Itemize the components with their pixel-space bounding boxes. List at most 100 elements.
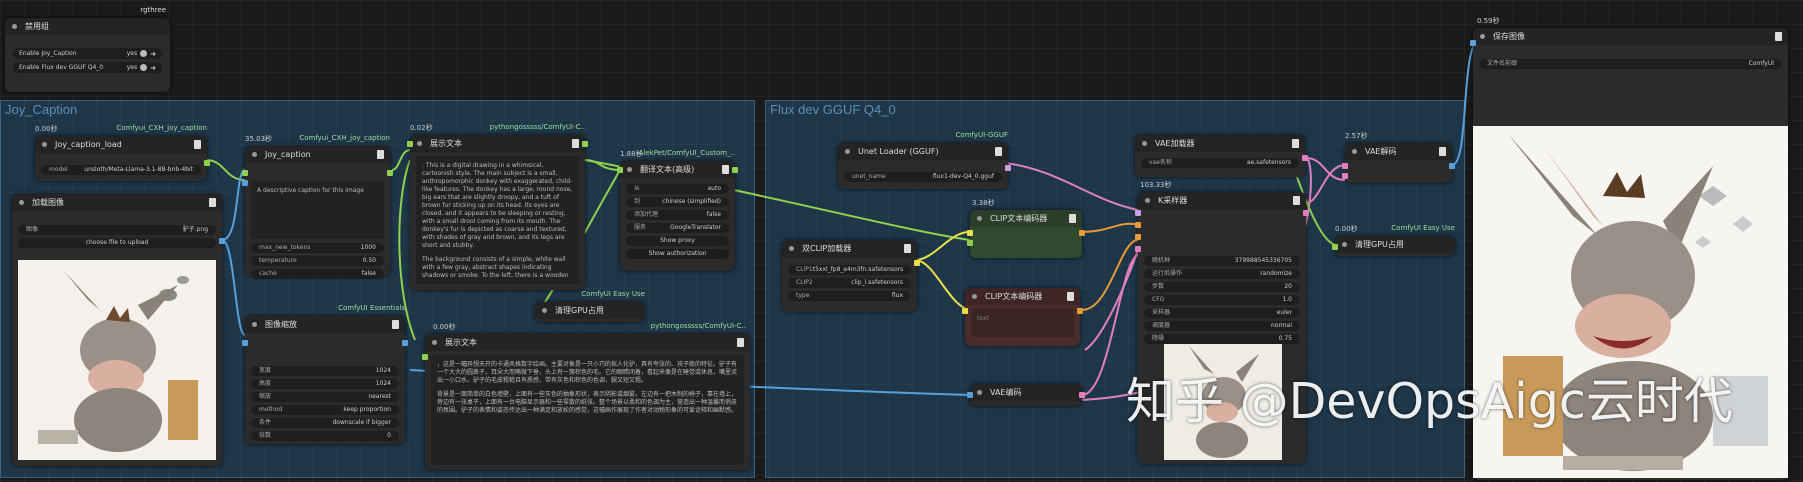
load-image-node[interactable]: 加载图像 图像 驴子.png choose file to upload — [12, 194, 225, 466]
document-icon[interactable] — [194, 140, 201, 149]
output-slot[interactable] — [1077, 308, 1083, 314]
node-header[interactable]: 清理GPU占用 — [535, 302, 645, 319]
document-icon[interactable] — [392, 320, 399, 329]
collapse-dot-icon[interactable] — [19, 200, 24, 205]
clear-gpu-node-2[interactable]: 0.00秒 ComfyUI Easy Use 清理GPU占用 — [1332, 224, 1455, 256]
cache-widget[interactable]: cache false — [251, 269, 384, 279]
add-proxy-toggle[interactable]: 添加代理 false — [626, 210, 729, 220]
clip-text-encode-negative[interactable]: CLIP文本编码器 text — [962, 288, 1083, 346]
sampler-widget[interactable]: 采样器 euler — [1144, 308, 1300, 318]
image-scale-node[interactable]: ComfyUI Essentials 图像缩放 宽度 1024 高度 1024 缩放… — [242, 304, 408, 444]
dual-clip-loader-node[interactable]: 双CLIP加载器 CLIP1 t5xxl_fp8_e4m3fn.safetenso… — [782, 240, 920, 312]
unet-name-select[interactable]: unet_name flux1-dev-Q4_0.gguf — [844, 172, 1002, 182]
document-icon[interactable] — [995, 147, 1002, 156]
collapse-dot-icon[interactable] — [977, 216, 982, 221]
collapse-dot-icon[interactable] — [977, 390, 982, 395]
interpolation-widget[interactable]: 缩放 nearest — [251, 392, 399, 402]
input-slot[interactable] — [422, 354, 428, 360]
input-slot[interactable] — [1135, 210, 1141, 216]
arrow-right-icon[interactable]: ➜ — [150, 50, 156, 58]
unet-loader-node[interactable]: ComfyUI-GGUF Unet Loader (GGUF) unet_nam… — [838, 131, 1011, 189]
input-slot[interactable] — [967, 240, 973, 246]
input-slot[interactable] — [242, 170, 248, 176]
vae-name-select[interactable]: vae名称 ae.safetensors — [1141, 158, 1299, 168]
node-header[interactable]: 展示文本 — [425, 334, 750, 351]
output-slot[interactable] — [1303, 210, 1309, 216]
node-header[interactable]: 禁用组 — [5, 18, 170, 35]
collapse-dot-icon[interactable] — [417, 141, 422, 146]
toggle-enable-joy-caption[interactable]: Enable Joy_Caption yes ➜ — [13, 48, 162, 59]
output-slot[interactable] — [387, 170, 393, 176]
node-header[interactable]: 加载图像 — [12, 194, 222, 211]
node-header[interactable]: Joy_caption — [245, 146, 390, 163]
input-slot[interactable] — [1342, 163, 1348, 169]
node-header[interactable]: VAE加载器 — [1135, 135, 1305, 152]
output-slot[interactable] — [1079, 230, 1085, 236]
node-header[interactable]: VAE编码 — [970, 384, 1082, 401]
node-header[interactable]: VAE解码 — [1345, 143, 1452, 160]
document-icon[interactable] — [209, 198, 216, 207]
collapse-dot-icon[interactable] — [1145, 198, 1150, 203]
document-icon[interactable] — [1067, 292, 1074, 301]
input-slot[interactable] — [242, 180, 248, 186]
input-slot[interactable] — [242, 340, 248, 346]
to-language-select[interactable]: 到 chinese (simplified) — [626, 197, 729, 207]
collapse-dot-icon[interactable] — [542, 308, 547, 313]
condition-widget[interactable]: 条件 downscale if bigger — [251, 418, 399, 428]
collapse-dot-icon[interactable] — [1352, 149, 1357, 154]
toggle-enable-flux[interactable]: Enable Flux dev GGUF Q4_0 yes ➜ — [13, 62, 162, 73]
scheduler-widget[interactable]: 调度器 normal — [1144, 321, 1300, 331]
input-slot[interactable] — [1135, 234, 1141, 240]
control-after-generate-widget[interactable]: 运行后操作 randomize — [1144, 269, 1300, 279]
show-text-node-1[interactable]: 0.02秒 pythongosssss/ComfyUI-C.. 展示文本 . T… — [407, 123, 588, 290]
document-icon[interactable] — [1292, 139, 1299, 148]
model-select[interactable]: model unsloth/Meta-Llama-3.1-8B-bnb-4bit — [41, 165, 201, 175]
filename-prefix-input[interactable]: 文件名前缀 ComfyUI — [1479, 59, 1782, 69]
steps-widget[interactable]: 步数 20 — [1144, 282, 1300, 292]
from-language-select[interactable]: 从 auto — [626, 184, 729, 194]
input-slot[interactable] — [1135, 222, 1141, 228]
collapse-dot-icon[interactable] — [1142, 141, 1147, 146]
collapse-dot-icon[interactable] — [845, 149, 850, 154]
image-select[interactable]: 图像 驴子.png — [18, 225, 216, 235]
upload-button[interactable]: choose file to upload — [18, 238, 216, 248]
cfg-widget[interactable]: CFG 1.0 — [1144, 295, 1300, 305]
translate-text-node[interactable]: 1.88秒 AlekPet/ComfyUI_Custom_.. 翻译文本(高级)… — [617, 149, 738, 271]
output-slot[interactable] — [1302, 155, 1308, 161]
negative-prompt-textarea[interactable]: text — [971, 309, 1074, 337]
vae-loader-node[interactable]: VAE加载器 vae名称 ae.safetensors — [1135, 135, 1308, 177]
collapse-dot-icon[interactable] — [252, 152, 257, 157]
document-icon[interactable] — [1439, 147, 1446, 156]
vae-decode-node[interactable]: 2.57秒 VAE解码 — [1342, 132, 1455, 183]
output-slot[interactable] — [914, 260, 920, 266]
joy-caption-load-node[interactable]: 0.00秒 Comfyui_CXH_joy_caption Joy_captio… — [35, 124, 210, 181]
output-slot[interactable] — [1079, 392, 1085, 398]
output-text-area[interactable]: ，这是一幅异想天开的卡通风格数字绘画。主要对象是一只小巧的拟人化驴，具有夸张的、… — [431, 355, 744, 465]
node-header[interactable]: 图像缩放 — [245, 316, 405, 333]
node-header[interactable]: CLIP文本编码器 — [965, 288, 1080, 305]
collapse-dot-icon[interactable] — [252, 322, 257, 327]
node-header[interactable]: Joy_caption_load — [35, 136, 207, 153]
document-icon[interactable] — [1293, 196, 1300, 205]
input-slot[interactable] — [1470, 40, 1476, 46]
document-icon[interactable] — [737, 338, 744, 347]
width-widget[interactable]: 宽度 1024 — [251, 366, 399, 376]
service-select[interactable]: 服务 GoogleTranslator — [626, 223, 729, 233]
show-authorization-button[interactable]: Show authorization — [626, 249, 729, 259]
output-text-area[interactable]: . This is a digital drawing in a whimsic… — [416, 156, 579, 284]
input-slot[interactable] — [1332, 244, 1338, 250]
node-header[interactable]: 翻译文本(高级) — [620, 161, 735, 178]
input-slot[interactable] — [962, 308, 968, 314]
max-new-tokens-widget[interactable]: max_new_tokens 1000 — [251, 243, 384, 253]
node-header[interactable]: 展示文本 — [410, 135, 585, 152]
clear-gpu-node-1[interactable]: ComfyUI Easy Use 清理GPU占用 — [535, 290, 645, 322]
vae-encode-node[interactable]: VAE编码 — [967, 384, 1085, 406]
output-slot[interactable] — [582, 141, 588, 147]
toggle-knob-icon[interactable] — [140, 50, 148, 57]
show-proxy-button[interactable]: Show proxy — [626, 236, 729, 246]
node-header[interactable]: K采样器 — [1138, 192, 1306, 209]
method-widget[interactable]: method keep proportion — [251, 405, 399, 415]
input-slot[interactable] — [1135, 246, 1141, 252]
input-slot[interactable] — [1342, 173, 1348, 179]
temperature-widget[interactable]: temperature 0.50 — [251, 256, 384, 266]
